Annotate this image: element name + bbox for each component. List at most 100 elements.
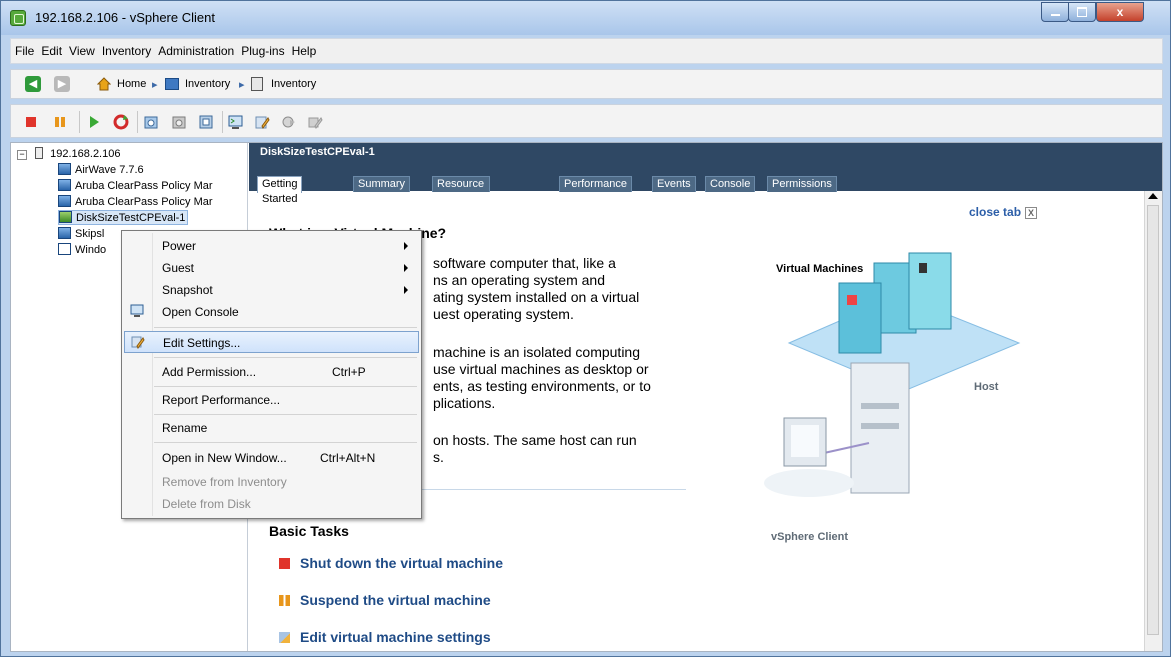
vm-icon	[58, 179, 71, 191]
tree-item-vm[interactable]: Aruba ClearPass Policy Mar	[58, 179, 213, 193]
minimize-button[interactable]	[1041, 2, 1069, 22]
navigation-bar: ◀ ▶ Home ▸ Inventory ▸ Inventory	[10, 69, 1163, 99]
menu-item-delete-from-disk: Delete from Disk	[124, 493, 419, 515]
menu-view[interactable]: View	[65, 39, 98, 58]
intro-line: uest operating system.	[433, 306, 574, 322]
breadcrumb-home[interactable]: Home	[117, 78, 146, 90]
task-edit-settings[interactable]: Edit virtual machine settings	[279, 629, 491, 645]
vm-cube	[908, 252, 952, 330]
host-server-icon	[35, 147, 44, 159]
vm-cube	[838, 282, 882, 354]
tree-node-host[interactable]: − 192.168.2.106	[17, 147, 120, 161]
vertical-scrollbar[interactable]	[1144, 191, 1162, 651]
forward-button[interactable]: ▶	[54, 76, 70, 92]
menu-shortcut: Ctrl+Alt+N	[320, 451, 376, 465]
menu-item-label: Remove from Inventory	[162, 475, 287, 489]
content-header: DiskSizeTestCPEval-1 Getting Started Sum…	[249, 143, 1162, 205]
client-base-shape	[764, 469, 854, 497]
snapshot-icon[interactable]	[143, 114, 159, 130]
open-console-icon[interactable]	[228, 114, 244, 130]
menu-separator	[154, 442, 417, 443]
close-tab-link[interactable]: close tab X	[969, 205, 1038, 219]
tree-item-vm[interactable]: Windo	[58, 243, 106, 257]
reset-icon[interactable]	[113, 114, 129, 130]
toolbar	[10, 104, 1163, 138]
scroll-thumb[interactable]	[1147, 205, 1159, 635]
console-icon	[130, 304, 144, 318]
menu-item-power[interactable]: Power	[124, 235, 419, 257]
task-shut-down[interactable]: Shut down the virtual machine	[279, 555, 503, 571]
tree-item-vm[interactable]: Aruba ClearPass Policy Mar	[58, 195, 213, 209]
menu-item-edit-settings[interactable]: Edit Settings...	[124, 331, 419, 353]
menu-separator	[154, 327, 417, 328]
menu-item-label: Add Permission...	[162, 365, 257, 379]
menu-edit[interactable]: Edit	[37, 39, 65, 58]
close-button[interactable]: x	[1096, 2, 1144, 22]
vsphere-client-window: 192.168.2.106 - vSphere Client x File Edi…	[0, 0, 1171, 657]
task-label: Suspend the virtual machine	[300, 592, 491, 608]
minimize-icon	[1050, 14, 1060, 16]
menu-item-open-new-window[interactable]: Open in New Window... Ctrl+Alt+N	[124, 447, 419, 469]
intro-line: ating system installed on a virtual	[433, 289, 640, 305]
tree-item-label: Aruba ClearPass Policy Mar	[75, 196, 213, 208]
menu-item-snapshot[interactable]: Snapshot	[124, 279, 419, 301]
hosts-line: on hosts. The same host can run	[433, 432, 637, 448]
tab-console[interactable]: Console	[705, 176, 756, 192]
menu-item-guest[interactable]: Guest	[124, 257, 419, 279]
tree-item-vm-selected[interactable]: DiskSizeTestCPEval-1	[58, 210, 189, 225]
tree-item-label: Skipsl	[75, 228, 105, 240]
revert-snapshot-icon[interactable]	[171, 114, 187, 130]
menu-item-label: Open in New Window...	[162, 451, 287, 465]
menu-inventory[interactable]: Inventory	[98, 39, 154, 58]
diagram-label-host: Host	[974, 381, 999, 393]
title-bar[interactable]: 192.168.2.106 - vSphere Client x	[1, 1, 1170, 35]
menu-administration[interactable]: Administration	[154, 39, 237, 58]
menu-item-label: Rename	[162, 421, 208, 435]
forward-arrow-icon: ▶	[57, 78, 67, 90]
menu-item-add-permission[interactable]: Add Permission... Ctrl+P	[124, 361, 419, 383]
linux-logo-icon	[919, 263, 927, 273]
menu-plugins[interactable]: Plug-ins	[237, 39, 287, 58]
tree-item-vm[interactable]: Skipsl	[58, 227, 104, 241]
menu-separator	[154, 357, 417, 358]
menu-separator	[154, 386, 417, 387]
suspend-icon[interactable]	[52, 114, 68, 130]
stop-icon	[279, 558, 290, 569]
tab-resource-allocation[interactable]: Resource Allocation	[432, 176, 490, 205]
snapshot-manager-icon[interactable]	[198, 114, 214, 130]
hosts-paragraph: on hosts. The same host can run s.	[433, 432, 637, 466]
vm-inventory-icon	[251, 77, 263, 91]
close-tab-x-icon[interactable]: X	[1025, 207, 1038, 219]
power-on-icon[interactable]	[86, 114, 102, 130]
tab-events[interactable]: Events	[652, 176, 696, 192]
breadcrumb-inventory[interactable]: Inventory	[185, 78, 230, 90]
menu-bar: File Edit View Inventory Administration Plug-…	[10, 38, 1163, 64]
intro-line: ns an operating system and	[433, 272, 605, 288]
menu-help[interactable]: Help	[288, 39, 320, 58]
tab-performance[interactable]: Performance	[559, 176, 632, 192]
menu-item-rename[interactable]: Rename	[124, 417, 419, 439]
tab-permissions[interactable]: Permissions	[767, 176, 837, 192]
collapse-icon[interactable]: −	[17, 150, 27, 160]
migrate-icon[interactable]	[281, 114, 297, 130]
menu-file[interactable]: File	[11, 39, 37, 58]
clone-icon[interactable]	[307, 114, 323, 130]
edit-settings-icon[interactable]	[254, 114, 270, 130]
toolbar-separator	[79, 111, 80, 133]
maximize-icon	[1077, 7, 1087, 17]
task-suspend[interactable]: Suspend the virtual machine	[279, 592, 491, 608]
tab-getting-started[interactable]: Getting Started	[257, 176, 303, 205]
tab-summary[interactable]: Summary	[353, 176, 411, 192]
menu-item-report-performance[interactable]: Report Performance...	[124, 389, 419, 411]
vm-icon	[58, 195, 71, 207]
submenu-arrow-icon	[404, 242, 408, 250]
diagram-label-client: vSphere Client	[771, 531, 849, 543]
maximize-button[interactable]	[1068, 2, 1096, 22]
host-server-shape	[861, 403, 899, 409]
back-button[interactable]: ◀	[25, 76, 41, 92]
power-off-icon[interactable]	[23, 114, 39, 130]
tree-item-vm[interactable]: AirWave 7.7.6	[58, 163, 144, 177]
scroll-up-icon[interactable]	[1148, 193, 1158, 199]
breadcrumb-vms-inventory[interactable]: Inventory	[271, 78, 316, 90]
menu-item-open-console[interactable]: Open Console	[124, 301, 419, 323]
